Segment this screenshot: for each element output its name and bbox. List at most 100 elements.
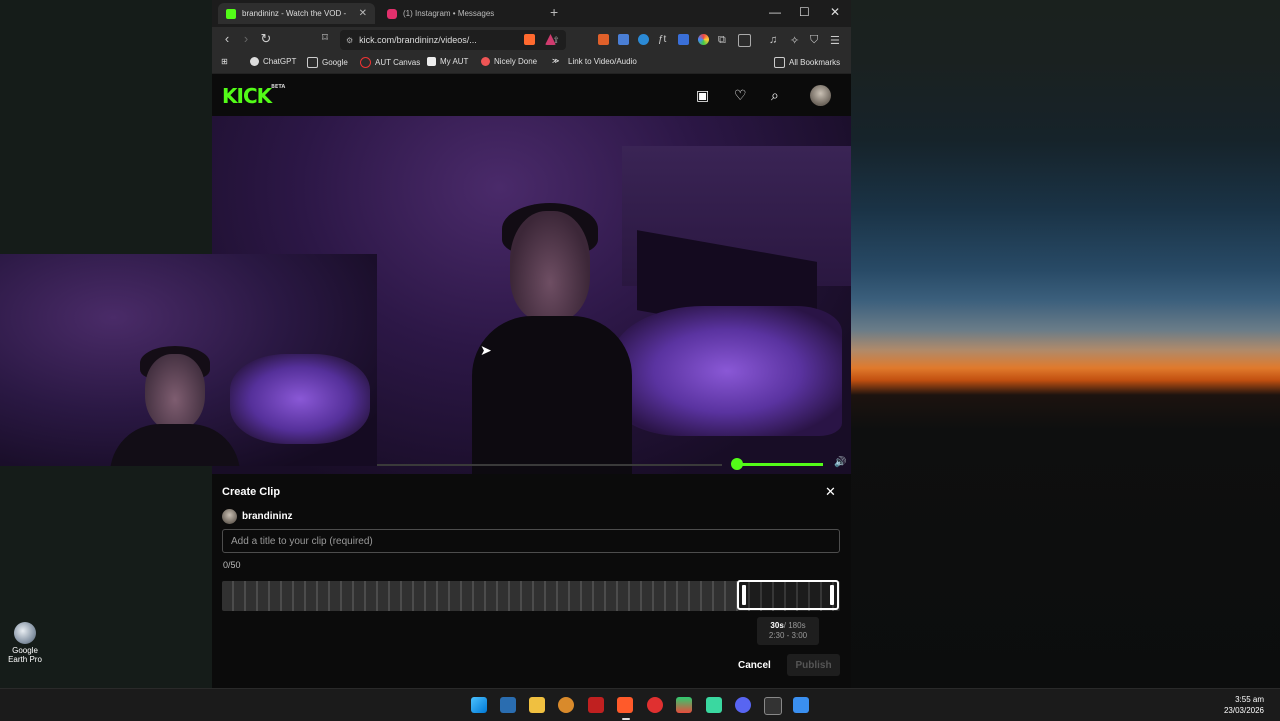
publish-button[interactable]: Publish xyxy=(787,654,840,676)
kick-logo[interactable]: KICKBETA xyxy=(222,84,285,108)
desktop-icon-label: Google Earth Pro xyxy=(8,646,42,664)
canvas-icon xyxy=(360,57,371,68)
tab-title: (1) Instagram • Messages xyxy=(403,9,495,18)
clock-date: 23/03/2026 xyxy=(1223,706,1264,715)
bookmark-link-to-video[interactable]: ≫ Link to Video/Audio xyxy=(552,57,637,66)
bookmark-label: Google xyxy=(322,58,348,67)
nicely-done-icon xyxy=(481,57,490,66)
bookmark-chatgpt[interactable]: ChatGPT xyxy=(250,57,296,66)
file-explorer-icon[interactable] xyxy=(529,697,545,713)
app-icon-7[interactable] xyxy=(793,697,809,713)
translate-icon[interactable] xyxy=(618,34,629,45)
create-clip-title: Create Clip xyxy=(222,486,281,498)
reload-icon[interactable]: ↻ xyxy=(258,31,274,47)
clip-duration: 30s xyxy=(770,621,784,630)
close-icon[interactable]: ✕ xyxy=(359,8,367,19)
heart-icon[interactable]: ♡ xyxy=(734,87,747,104)
kick-header: KICKBETA ▣ ♡ ⌕ xyxy=(212,74,851,116)
selection-end-handle[interactable] xyxy=(830,585,834,605)
bookmark-aut-canvas[interactable]: AUT Canvas xyxy=(360,57,420,68)
site-info-icon: ⚙ xyxy=(346,35,354,45)
user-avatar[interactable] xyxy=(810,85,831,106)
music-icon[interactable]: ♫ xyxy=(769,34,780,46)
bookmark-my-aut[interactable]: My AUT xyxy=(427,57,468,66)
tab-instagram[interactable]: (1) Instagram • Messages xyxy=(379,3,539,24)
webcam-overlay xyxy=(0,254,377,466)
channel-name: brandininz xyxy=(242,511,293,522)
search-icon[interactable]: ⌕ xyxy=(771,87,779,104)
all-bookmarks[interactable]: All Bookmarks xyxy=(774,57,840,68)
volume-slider-handle[interactable] xyxy=(731,458,743,470)
extension-icon-3[interactable] xyxy=(678,34,689,45)
sidebar-icon[interactable] xyxy=(738,34,751,47)
create-clip-panel: Create Clip ✕ brandininz 0/50 30s/ 180s … xyxy=(212,474,851,688)
minimize-button[interactable]: — xyxy=(769,5,781,19)
bookmark-icon[interactable]: ⌑ xyxy=(317,31,333,44)
maximize-button[interactable]: ☐ xyxy=(799,5,810,19)
bookmark-label: ChatGPT xyxy=(263,57,297,66)
bookmark-google[interactable]: Google xyxy=(307,57,348,68)
clips-icon[interactable]: ▣ xyxy=(696,87,709,104)
brave-shield-icon[interactable] xyxy=(524,34,535,45)
logo-badge: BETA xyxy=(271,84,286,90)
clip-selection-range[interactable] xyxy=(737,580,839,610)
volume-icon[interactable]: 🔊 xyxy=(834,457,846,468)
app-icon-3[interactable] xyxy=(647,697,663,713)
aut-icon xyxy=(427,57,436,66)
app-icon-6[interactable] xyxy=(735,697,751,713)
bookmark-label: Nicely Done xyxy=(494,57,538,66)
logo-text: KICK xyxy=(222,84,272,108)
taskbar: 3:55 am 23/03/2026 xyxy=(0,688,1280,721)
font-extension-icon[interactable]: ƒt xyxy=(658,34,669,45)
vpn-icon[interactable]: ⛉ xyxy=(810,34,821,46)
bookmark-label: AUT Canvas xyxy=(375,58,421,67)
app-icon-4[interactable] xyxy=(676,697,692,713)
bookmark-label: My AUT xyxy=(440,57,469,66)
new-tab-button[interactable]: + xyxy=(550,4,558,20)
extension-icon-1[interactable] xyxy=(598,34,609,45)
app-icon-2[interactable] xyxy=(588,697,604,713)
apps-icon[interactable]: ⊞ xyxy=(221,57,228,66)
epic-games-icon[interactable] xyxy=(764,697,782,715)
tab-title: brandininz - Watch the VOD - xyxy=(242,9,347,18)
volume-slider[interactable] xyxy=(738,463,823,466)
folder-icon xyxy=(307,57,318,68)
forward-icon[interactable]: › xyxy=(238,31,254,46)
color-picker-icon[interactable] xyxy=(698,34,709,45)
close-window-button[interactable]: ✕ xyxy=(830,5,840,19)
char-counter: 0/50 xyxy=(223,560,241,570)
menu-icon[interactable]: ☰ xyxy=(830,34,841,47)
desktop-icon-google-earth[interactable]: Google Earth Pro xyxy=(2,622,48,664)
clip-title-input[interactable] xyxy=(222,529,840,553)
all-bookmarks-label: All Bookmarks xyxy=(789,58,841,67)
kick-icon xyxy=(226,8,236,19)
extensions-icon[interactable]: ⧉ xyxy=(718,34,729,46)
selection-start-handle[interactable] xyxy=(742,585,746,605)
bookmark-nicely-done[interactable]: Nicely Done xyxy=(481,57,537,66)
link-icon: ≫ xyxy=(552,58,560,65)
start-icon[interactable] xyxy=(471,697,487,713)
close-icon[interactable]: ✕ xyxy=(825,484,836,500)
avatar xyxy=(222,509,237,524)
mouse-cursor-icon: ➤ xyxy=(480,342,492,358)
app-icon-5[interactable] xyxy=(706,697,722,713)
widgets-icon[interactable] xyxy=(500,697,516,713)
instagram-icon xyxy=(387,8,397,19)
clip-channel: brandininz xyxy=(222,509,293,524)
folder-icon xyxy=(774,57,785,68)
cancel-button[interactable]: Cancel xyxy=(738,660,771,671)
video-frame-person xyxy=(472,203,632,474)
extension-icon-2[interactable] xyxy=(638,34,649,45)
clock-time: 3:55 am xyxy=(1235,695,1264,704)
system-clock[interactable]: 3:55 am 23/03/2026 xyxy=(1224,694,1264,716)
video-frame-bed xyxy=(612,306,842,436)
tab-kick[interactable]: brandininz - Watch the VOD - ✕ xyxy=(218,3,375,24)
back-icon[interactable]: ‹ xyxy=(219,31,235,46)
bookmark-label: Link to Video/Audio xyxy=(568,57,637,66)
brave-icon[interactable] xyxy=(617,697,633,713)
scrub-bar[interactable] xyxy=(377,464,722,466)
leo-ai-icon[interactable]: ✧ xyxy=(790,34,801,47)
total-duration: / 180s xyxy=(783,621,806,630)
tab-bar: brandininz - Watch the VOD - ✕ (1) Insta… xyxy=(212,0,851,27)
app-icon-1[interactable] xyxy=(558,697,574,713)
